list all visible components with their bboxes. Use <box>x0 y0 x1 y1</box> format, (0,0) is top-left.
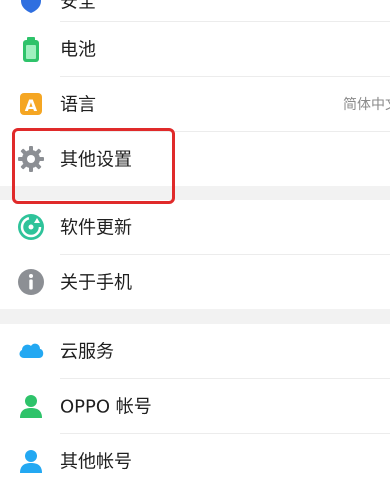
settings-item-cloud-service[interactable]: 云服务 <box>0 324 390 378</box>
highlight-box <box>12 128 175 204</box>
settings-item-battery[interactable]: 电池 <box>0 22 390 76</box>
shield-icon <box>16 0 46 16</box>
info-icon <box>16 267 46 297</box>
settings-item-software-update[interactable]: 软件更新 <box>0 200 390 254</box>
settings-item-label: 电池 <box>60 39 96 61</box>
settings-item-label: 软件更新 <box>60 217 132 239</box>
settings-item-about-phone[interactable]: 关于手机 <box>0 255 390 309</box>
settings-item-label: 其他帐号 <box>60 451 132 473</box>
settings-item-language[interactable]: A 语言 简体中文 <box>0 77 390 131</box>
settings-item-other-accounts[interactable]: 其他帐号 <box>0 434 390 488</box>
update-icon <box>16 212 46 242</box>
settings-item-label: 云服务 <box>60 341 114 363</box>
settings-item-label: 关于手机 <box>60 272 132 294</box>
language-value: 简体中文 <box>343 97 390 113</box>
settings-item-label: 语言 <box>60 94 96 116</box>
language-icon: A <box>16 89 46 119</box>
settings-item-oppo-account[interactable]: OPPO 帐号 <box>0 379 390 433</box>
battery-icon <box>16 34 46 64</box>
account-icon <box>16 391 46 421</box>
settings-item-label: OPPO 帐号 <box>60 396 152 418</box>
svg-text:A: A <box>25 96 38 115</box>
account-icon <box>16 446 46 476</box>
section-divider <box>0 309 390 324</box>
cloud-icon <box>16 336 46 366</box>
settings-item-label: 安全 <box>60 0 96 13</box>
